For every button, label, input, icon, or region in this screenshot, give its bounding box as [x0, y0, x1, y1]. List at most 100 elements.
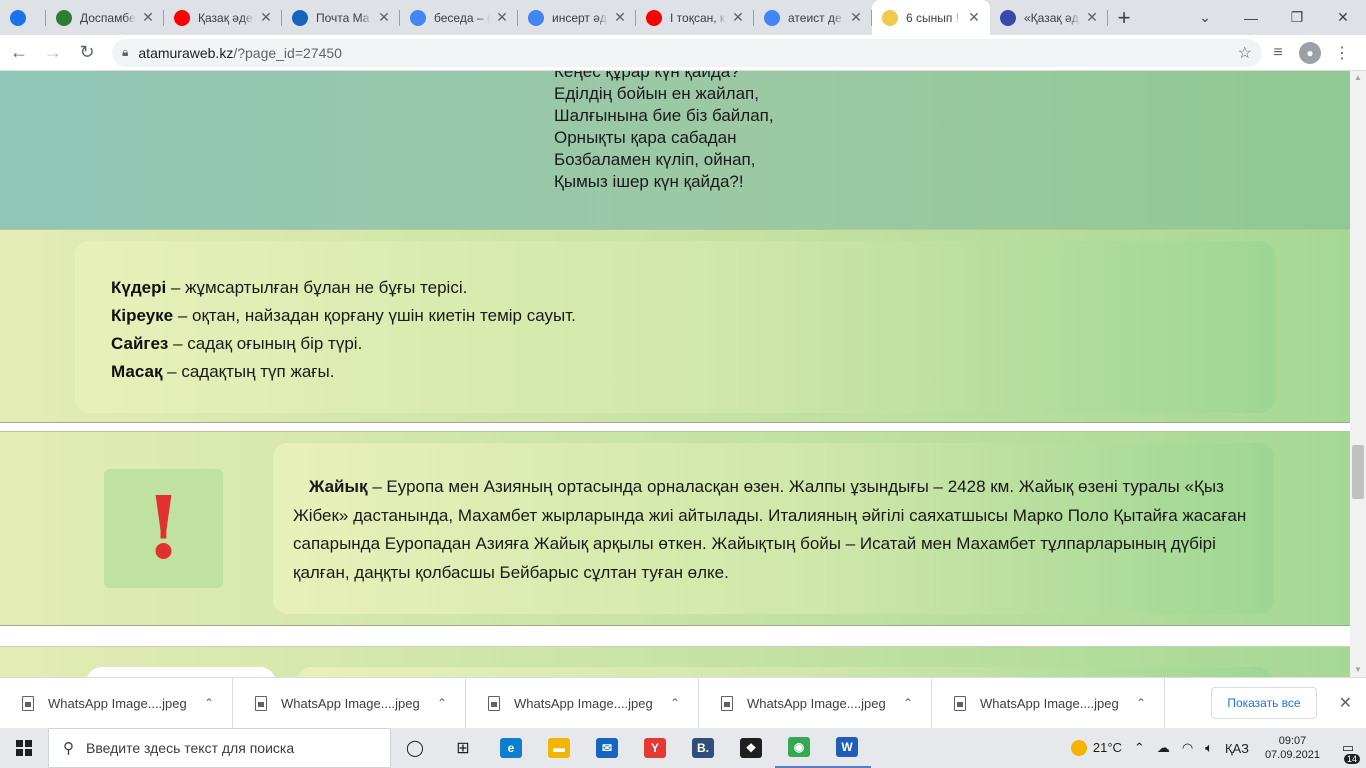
chevron-up-icon[interactable]: ⌃ — [903, 696, 913, 710]
minimize-icon[interactable]: — — [1228, 0, 1274, 35]
bookmark-star-icon[interactable]: ☆ — [1238, 43, 1252, 63]
download-filename: WhatsApp Image....jpeg — [281, 695, 420, 711]
chevron-up-icon[interactable]: ⌃ — [1136, 696, 1146, 710]
tab-close-icon[interactable]: ✕ — [612, 9, 628, 26]
menu-kebab-icon[interactable]: ⋮ — [1326, 38, 1358, 68]
tab-close-icon[interactable]: ✕ — [966, 9, 982, 26]
circle-logo-icon — [1000, 9, 1016, 26]
browser-tab[interactable]: 6 сынып ! ✕ — [872, 0, 990, 35]
glossary-entry: Сайгез – садақ оғының бір түрі. — [111, 330, 1275, 358]
address-bar[interactable]: 🔒︎ atamuraweb.kz/?page_id=27450 ☆ — [112, 38, 1262, 67]
profile-button[interactable]: ● — [1294, 38, 1326, 68]
dropbox-icon-glyph: ❖ — [740, 738, 762, 758]
glossary-term: Күдері — [111, 278, 167, 297]
file-explorer-icon[interactable]: ▬ — [535, 728, 583, 768]
download-item[interactable]: WhatsApp Image....jpeg ⌃ — [699, 677, 932, 729]
download-filename: WhatsApp Image....jpeg — [48, 695, 187, 711]
taskbar-apps: ◯ ⊞ e ▬ ✉ Y B. ❖ ◉ W — [391, 728, 871, 768]
tab-close-icon[interactable]: ✕ — [730, 9, 746, 26]
lock-icon[interactable]: 🔒︎ — [122, 45, 128, 60]
word-icon[interactable]: W — [823, 728, 871, 768]
clock[interactable]: 09:07 07.09.2021 — [1255, 734, 1330, 762]
yandex-icon[interactable]: Y — [631, 728, 679, 768]
tray-chevron-icon[interactable]: ⌃ — [1128, 740, 1151, 756]
b-app-icon[interactable]: B. — [679, 728, 727, 768]
start-button[interactable] — [0, 728, 48, 768]
back-button[interactable]: ← — [4, 38, 34, 68]
browser-tab[interactable]: «Қазақ әд ✕ — [990, 0, 1108, 35]
exclamation-icon-box: ! — [104, 469, 223, 588]
edge-icon[interactable]: e — [487, 728, 535, 768]
mail-icon — [292, 9, 308, 26]
glossary-card: Күдері – жұмсартылған бұлан не бұғы тері… — [75, 241, 1275, 413]
download-shelf: WhatsApp Image....jpeg ⌃ WhatsApp Image...… — [0, 677, 1366, 729]
network-icon[interactable]: ◠ — [1176, 740, 1199, 756]
browser-tab[interactable]: Доспамбе ✕ — [46, 0, 164, 35]
poem-line: Қымыз ішер күн қайда?! — [554, 172, 744, 191]
volume-icon[interactable]: 🔈︎ — [1199, 740, 1219, 756]
taskbar-search[interactable]: ⚲ Введите здесь текст для поиска — [48, 728, 391, 768]
tab-close-icon[interactable]: ✕ — [1084, 9, 1100, 26]
tab-search-icon[interactable]: ⌄ — [1182, 0, 1228, 35]
file-explorer-icon-glyph: ▬ — [548, 738, 570, 758]
browser-tab[interactable]: атеист де ✕ — [754, 0, 872, 35]
restore-icon[interactable]: ❐ — [1274, 0, 1320, 35]
reading-list-icon[interactable]: ≡ — [1262, 38, 1294, 68]
google-icon — [528, 9, 544, 26]
tab-close-icon[interactable]: ✕ — [848, 9, 864, 26]
download-item[interactable]: WhatsApp Image....jpeg ⌃ — [466, 677, 699, 729]
next-section-image — [86, 667, 276, 677]
yandex-icon-glyph: Y — [644, 738, 666, 758]
chevron-up-icon[interactable]: ⌃ — [204, 696, 214, 710]
tab-title: «Қазақ әд — [1024, 10, 1079, 25]
browser-tab[interactable]: І тоқсан, к ✕ — [636, 0, 754, 35]
notification-center-icon[interactable]: ▭ 14 — [1330, 740, 1366, 764]
notification-count: 14 — [1343, 754, 1360, 764]
scroll-up-icon[interactable]: ▲ — [1350, 71, 1366, 85]
browser-tab[interactable] — [0, 0, 46, 35]
tab-close-icon[interactable]: ✕ — [376, 9, 392, 26]
close-download-shelf-icon[interactable]: ✕ — [1339, 693, 1352, 713]
widgets-icon[interactable]: ⊞ — [439, 728, 487, 768]
chrome-icon[interactable]: ◉ — [775, 728, 823, 768]
reload-button[interactable]: ↻ — [72, 38, 102, 68]
image-file-icon — [488, 695, 500, 711]
scroll-down-icon[interactable]: ▼ — [1350, 663, 1366, 677]
page-scrollbar[interactable]: ▲ ▼ — [1350, 71, 1366, 677]
tab-title: Қазақ әде — [198, 10, 253, 25]
info-body: – Еуропа мен Азияның ортасында орналасқа… — [293, 477, 1247, 582]
download-item[interactable]: WhatsApp Image....jpeg ⌃ — [233, 677, 466, 729]
clock-time: 09:07 — [1278, 735, 1307, 747]
mail-app-icon[interactable]: ✉ — [583, 728, 631, 768]
forward-button[interactable]: → — [38, 38, 68, 68]
chevron-up-icon[interactable]: ⌃ — [670, 696, 680, 710]
download-item[interactable]: WhatsApp Image....jpeg ⌃ — [932, 677, 1165, 729]
glossary-section: Күдері – жұмсартылған бұлан не бұғы тері… — [0, 229, 1350, 423]
browser-tab[interactable]: Қазақ әде ✕ — [164, 0, 282, 35]
browser-tab[interactable]: инсерт әд ✕ — [518, 0, 636, 35]
task-view-icon[interactable]: ◯ — [391, 728, 439, 768]
image-file-icon — [721, 695, 733, 711]
browser-tab[interactable]: беседа – (✕ — [400, 0, 518, 35]
poem-line: Бозбаламен күліп, ойнап, — [554, 150, 756, 169]
close-window-icon[interactable]: ✕ — [1320, 0, 1366, 35]
tab-title: инсерт әд — [552, 10, 607, 25]
new-tab-button[interactable]: + — [1108, 0, 1140, 35]
dropbox-icon[interactable]: ❖ — [727, 728, 775, 768]
input-language[interactable]: ҚАЗ — [1219, 741, 1255, 756]
show-all-downloads-button[interactable]: Показать все — [1211, 687, 1317, 719]
tab-close-icon[interactable]: ✕ — [494, 9, 510, 26]
weather-sun-icon — [1070, 740, 1087, 757]
weather-widget[interactable]: 21°C — [1065, 740, 1128, 757]
browser-toolbar: ← → ↻ 🔒︎ atamuraweb.kz/?page_id=27450 ☆ … — [0, 35, 1366, 71]
page-viewport: Кеңес құрар күн қайда? Еділдің бойын ен ж… — [0, 71, 1350, 677]
tab-close-icon[interactable]: ✕ — [258, 9, 274, 26]
exclamation-icon: ! — [144, 477, 183, 579]
glossary-entry: Кіреуке – оқтан, найзадан қорғану үшін к… — [111, 302, 1275, 330]
onedrive-icon[interactable]: ☁ — [1151, 740, 1176, 756]
scrollbar-thumb[interactable] — [1352, 445, 1364, 499]
chevron-up-icon[interactable]: ⌃ — [437, 696, 447, 710]
download-item[interactable]: WhatsApp Image....jpeg ⌃ — [0, 677, 233, 729]
tab-close-icon[interactable]: ✕ — [140, 9, 156, 26]
browser-tab[interactable]: Почта Ма ✕ — [282, 0, 400, 35]
